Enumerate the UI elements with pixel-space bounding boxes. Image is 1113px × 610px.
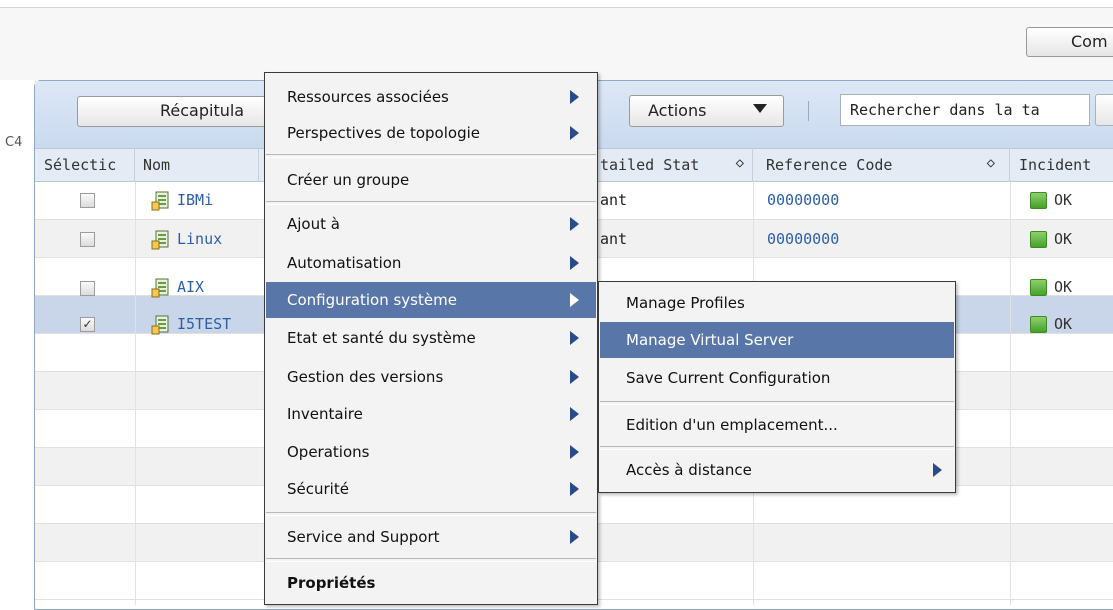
incident-status: OK <box>1054 230 1073 248</box>
server-name-link[interactable]: I5TEST <box>177 315 231 333</box>
menu-separator <box>600 446 954 450</box>
submenu-arrow-icon <box>570 126 579 140</box>
menu-separator <box>266 201 596 205</box>
menu-separator <box>266 154 596 158</box>
server-name-link[interactable]: IBMi <box>177 191 213 209</box>
column-divider <box>135 182 136 605</box>
submenu-arrow-icon <box>570 90 579 104</box>
incident-status: OK <box>1054 191 1073 209</box>
menu-item-configuration-systeme[interactable]: Configuration système <box>266 282 596 318</box>
submenu-configuration-systeme: Manage Profiles Manage Virtual Server Sa… <box>598 281 956 493</box>
row-checkbox[interactable] <box>80 281 95 296</box>
submenu-arrow-icon <box>570 482 579 496</box>
dropdown-arrow-icon <box>753 104 767 113</box>
menu-item-operations[interactable]: Operations <box>266 434 596 470</box>
context-menu: Ressources associées Perspectives de top… <box>264 72 598 605</box>
reference-code-link[interactable]: 00000000 <box>767 230 839 248</box>
menu-item-service-support[interactable]: Service and Support <box>266 519 596 555</box>
column-header-reference-code[interactable]: Reference Code ◇ <box>753 148 1010 182</box>
menu-item-inventaire[interactable]: Inventaire <box>266 396 596 432</box>
top-right-button[interactable]: Com <box>1026 27 1113 57</box>
column-header-incidents[interactable]: Incident <box>1010 148 1113 182</box>
server-icon <box>151 278 169 298</box>
submenu-arrow-icon <box>570 370 579 384</box>
menu-separator <box>266 512 596 516</box>
submenu-arrow-icon <box>570 217 579 231</box>
server-name-link[interactable]: Linux <box>177 230 222 248</box>
status-ok-icon <box>1030 279 1047 296</box>
column-header-name[interactable]: Nom <box>135 148 259 182</box>
server-icon <box>151 230 169 250</box>
status-ok-icon <box>1030 231 1047 248</box>
server-icon <box>151 191 169 211</box>
submenu-arrow-icon <box>570 256 579 270</box>
menu-item-gestion-versions[interactable]: Gestion des versions <box>266 359 596 395</box>
column-divider <box>1010 182 1011 605</box>
actions-label: Actions <box>648 101 707 120</box>
menu-separator <box>266 558 596 562</box>
side-label: C4 <box>5 135 23 150</box>
incident-status: OK <box>1054 315 1073 333</box>
menu-item-save-current-configuration[interactable]: Save Current Configuration <box>600 360 954 396</box>
sort-icon[interactable]: ◇ <box>736 155 744 171</box>
table-search-input[interactable]: Rechercher dans la ta <box>840 94 1090 126</box>
menu-item-perspectives-topologie[interactable]: Perspectives de topologie <box>266 115 596 151</box>
summary-button[interactable]: Récapitula <box>77 96 277 127</box>
detailed-status: ant <box>600 230 628 248</box>
menu-item-creer-groupe[interactable]: Créer un groupe <box>266 162 596 198</box>
status-ok-icon <box>1030 316 1047 333</box>
row-checkbox[interactable] <box>80 193 95 208</box>
menu-item-automatisation[interactable]: Automatisation <box>266 245 596 281</box>
top-toolbar <box>0 8 1113 80</box>
menu-item-ressources-associees[interactable]: Ressources associées <box>266 79 596 115</box>
toolbar-separator <box>808 101 809 121</box>
menu-item-securite[interactable]: Sécurité <box>266 471 596 507</box>
detailed-status: ant <box>600 191 628 209</box>
search-button[interactable] <box>1095 94 1113 126</box>
incident-status: OK <box>1054 278 1073 296</box>
server-icon <box>151 315 169 335</box>
submenu-arrow-icon <box>933 463 942 477</box>
submenu-arrow-icon <box>570 407 579 421</box>
submenu-arrow-icon <box>570 530 579 544</box>
row-checkbox[interactable] <box>80 232 95 247</box>
sort-icon[interactable]: ◇ <box>987 155 995 171</box>
column-header-select[interactable]: Sélectic <box>35 148 135 182</box>
submenu-arrow-icon <box>570 293 579 307</box>
menu-separator <box>600 401 954 405</box>
menu-item-manage-virtual-server[interactable]: Manage Virtual Server <box>600 322 954 358</box>
menu-item-edition-emplacement[interactable]: Edition d'un emplacement... <box>600 407 954 443</box>
menu-item-acces-distance[interactable]: Accès à distance <box>600 452 954 488</box>
column-header-detailed-status[interactable]: tailed Stat ◇ <box>598 148 753 182</box>
submenu-arrow-icon <box>570 331 579 345</box>
server-name-link[interactable]: AIX <box>177 278 204 296</box>
menu-item-etat-sante-systeme[interactable]: Etat et santé du système <box>266 320 596 356</box>
submenu-arrow-icon <box>570 445 579 459</box>
menu-item-ajout-a[interactable]: Ajout à <box>266 206 596 242</box>
row-checkbox-checked[interactable]: ✓ <box>80 317 95 332</box>
menu-item-proprietes[interactable]: Propriétés <box>266 565 596 601</box>
reference-code-link[interactable]: 00000000 <box>767 191 839 209</box>
menu-item-manage-profiles[interactable]: Manage Profiles <box>600 285 954 321</box>
status-ok-icon <box>1030 192 1047 209</box>
